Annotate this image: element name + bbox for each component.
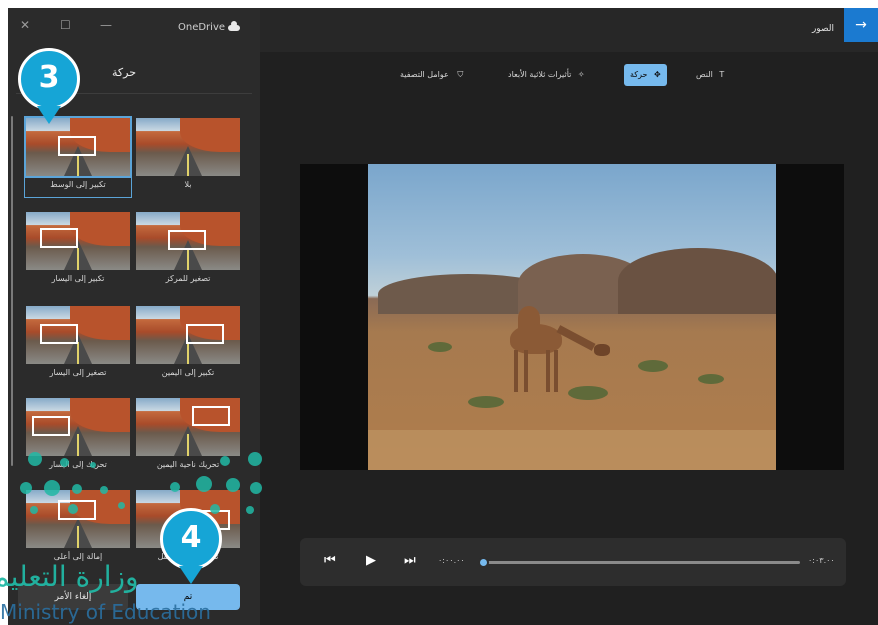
current-time: ٠:٠٠.٠٠ xyxy=(438,556,465,565)
maximize-window-button[interactable]: ☐ xyxy=(60,18,71,32)
tile-label: تصغير للمركز xyxy=(165,274,211,283)
minimize-window-button[interactable]: — xyxy=(100,18,112,32)
tile-thumbnail xyxy=(26,306,130,364)
tile-thumbnail xyxy=(26,398,130,456)
video-preview xyxy=(300,164,844,470)
tool-filters[interactable]: عوامل التصفية ⛉ xyxy=(400,64,463,86)
tool-3d-effects[interactable]: تأثيرات ثلاثية الأبعاد ✧ xyxy=(508,64,585,86)
ministry-watermark-arabic: وزارة التعليم xyxy=(0,560,139,593)
motion-icon: ✥ xyxy=(654,70,661,79)
tile-thumbnail xyxy=(24,116,132,178)
step-3-callout: 3 xyxy=(18,48,80,110)
seek-handle[interactable] xyxy=(478,557,489,568)
tile-label: تكبير إلى اليمين xyxy=(161,368,215,377)
video-editor-window: ✕ ☐ — OneDrive حركة بلا تكبير إلى الوسط … xyxy=(8,8,878,625)
title-bar: ✕ ☐ — OneDrive xyxy=(8,8,260,48)
motion-tile-zoom-center[interactable]: تكبير إلى الوسط xyxy=(24,116,132,198)
tile-thumbnail xyxy=(136,212,240,270)
step-3-callout-pointer xyxy=(37,106,61,124)
back-label: الصور xyxy=(811,24,834,34)
tile-thumbnail xyxy=(136,398,240,456)
play-icon: ▶ xyxy=(366,553,376,568)
play-button[interactable]: ▶ xyxy=(366,553,376,568)
tile-label: تكبير إلى الوسط xyxy=(50,180,106,189)
tile-thumbnail xyxy=(136,306,240,364)
tool-text-label: النص xyxy=(696,70,713,79)
panel-scrollbar[interactable] xyxy=(11,116,13,466)
cloud-icon xyxy=(228,21,240,31)
step-4-callout-pointer xyxy=(179,566,203,584)
close-window-button[interactable]: ✕ xyxy=(20,18,30,32)
tool-text[interactable]: النص T xyxy=(696,64,724,86)
tile-thumbnail xyxy=(136,118,240,176)
tile-label: تصغير إلى اليسار xyxy=(49,368,107,377)
previous-frame-icon: ⏮ xyxy=(324,553,336,568)
motion-tile-zoom-right[interactable]: تكبير إلى اليمين xyxy=(136,306,240,384)
camel-photo xyxy=(368,164,776,470)
motion-tile-zoom-left[interactable]: تكبير إلى اليسار xyxy=(26,212,130,290)
motion-tile-none[interactable]: بلا xyxy=(136,118,240,196)
motion-tile-zoom-out-left[interactable]: تصغير إلى اليسار xyxy=(26,306,130,384)
seek-track[interactable] xyxy=(482,561,800,564)
effects-toolbar: عوامل التصفية ⛉ تأثيرات ثلاثية الأبعاد ✧… xyxy=(400,60,760,88)
ministry-logo-dots xyxy=(20,452,270,522)
tile-label: تكبير إلى اليسار xyxy=(51,274,105,283)
tool-filters-label: عوامل التصفية xyxy=(400,70,449,79)
next-frame-button[interactable]: ⏭ xyxy=(404,553,416,568)
previous-frame-button[interactable]: ⏮ xyxy=(324,553,336,568)
playback-bar: ⏮ ▶ ⏭ ٠:٠٠.٠٠ ٠:٠٣.٠٠ xyxy=(300,538,846,586)
tool-motion-label: حركة xyxy=(630,70,648,79)
ministry-watermark-english: Ministry of Education xyxy=(0,600,211,624)
arrow-right-icon: → xyxy=(855,17,867,33)
tool-3d-effects-label: تأثيرات ثلاثية الأبعاد xyxy=(508,70,572,79)
onedrive-label: OneDrive xyxy=(178,22,226,33)
text-icon: T xyxy=(719,70,725,79)
tile-thumbnail xyxy=(26,212,130,270)
motion-tile-zoom-out-center[interactable]: تصغير للمركز xyxy=(136,212,240,290)
tile-label: بلا xyxy=(184,180,192,189)
panel-title: حركة xyxy=(112,66,137,79)
filter-icon: ⛉ xyxy=(457,70,464,79)
back-button[interactable]: → xyxy=(844,8,878,42)
editor-header: الصور → xyxy=(260,8,878,52)
total-time: ٠:٠٣.٠٠ xyxy=(808,556,835,565)
next-frame-icon: ⏭ xyxy=(404,553,416,568)
tool-motion[interactable]: حركة ✥ xyxy=(624,64,667,86)
3d-effects-icon: ✧ xyxy=(577,70,585,79)
